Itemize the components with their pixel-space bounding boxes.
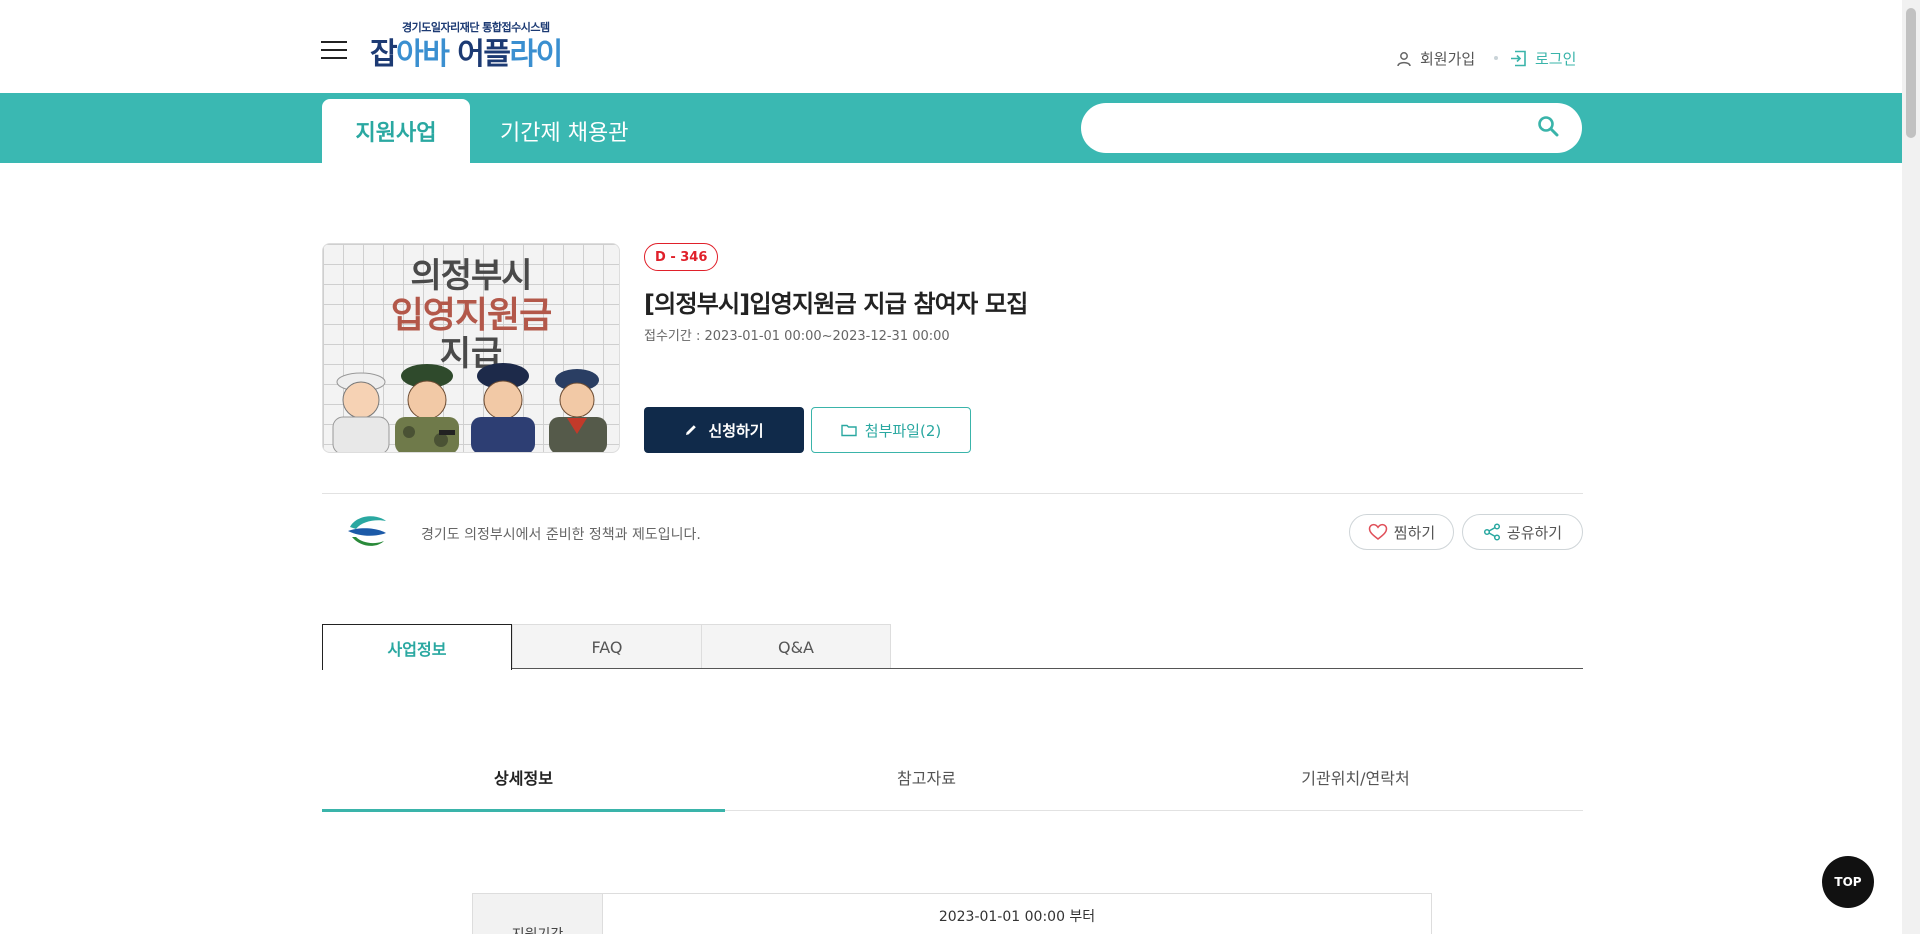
dday-badge: D - 346 xyxy=(644,243,719,271)
subtab-active-indicator xyxy=(322,809,725,812)
menu-icon[interactable] xyxy=(321,41,347,61)
logo-part-3: 어플 xyxy=(457,37,511,72)
wishlist-button[interactable]: 찜하기 xyxy=(1349,514,1454,550)
search-box xyxy=(1081,103,1582,153)
period-value: 2023-01-01 00:00~2023-12-31 00:00 xyxy=(704,329,950,344)
search-icon[interactable] xyxy=(1536,114,1560,138)
program-poster: 의정부시 입영지원금 지급 xyxy=(322,243,620,453)
signup-label: 회원가입 xyxy=(1420,50,1476,68)
program-title: [의정부시]입영지원금 지급 참여자 모집 xyxy=(644,290,1028,318)
folder-icon xyxy=(841,424,857,437)
share-icon xyxy=(1483,523,1500,541)
search-input[interactable] xyxy=(1081,103,1501,153)
scrollbar-thumb[interactable] xyxy=(1906,8,1916,138)
share-label: 공유하기 xyxy=(1506,523,1563,542)
tab-business-info[interactable]: 사업정보 xyxy=(322,624,512,670)
detail-table: 지원기간 2023-01-01 00:00 부터 xyxy=(472,893,1432,934)
share-button[interactable]: 공유하기 xyxy=(1462,514,1583,550)
table-value-support-period: 2023-01-01 00:00 부터 xyxy=(938,909,1096,925)
login-link[interactable]: 로그인 xyxy=(1510,48,1576,69)
logo-subtitle: 경기도일자리재단 통합접수시스템 xyxy=(402,21,550,34)
scroll-top-button[interactable]: TOP xyxy=(1822,856,1874,908)
apply-button[interactable]: 신청하기 xyxy=(644,407,804,453)
subtab-details[interactable]: 상세정보 xyxy=(322,765,725,795)
organization-description: 경기도 의정부시에서 준비한 정책과 제도입니다. xyxy=(421,527,701,543)
logo-part-2: 아바 xyxy=(396,37,458,72)
pencil-icon xyxy=(686,425,697,435)
section-divider xyxy=(322,493,1583,494)
signup-link[interactable]: 회원가입 xyxy=(1396,48,1475,69)
site-logo[interactable]: 잡아바 어플라이 xyxy=(370,36,563,74)
tab-qna[interactable]: Q&A xyxy=(701,624,891,669)
attachments-button[interactable]: 첨부파일(2) xyxy=(811,407,971,453)
tab-temporary-jobs[interactable]: 기간제 채용관 xyxy=(500,99,628,163)
logo-part-4: 라이 xyxy=(509,37,563,72)
table-header-support-period: 지원기간 xyxy=(473,894,603,934)
tab-faq[interactable]: FAQ xyxy=(512,624,702,669)
heart-icon xyxy=(1368,523,1388,540)
nav-band xyxy=(0,93,1902,163)
apply-label: 신청하기 xyxy=(708,421,764,440)
user-icon xyxy=(1397,51,1411,66)
tabs-underline xyxy=(512,668,1583,669)
login-label: 로그인 xyxy=(1535,50,1577,68)
soldiers-illustration xyxy=(332,363,607,452)
separator-dot xyxy=(1494,56,1498,60)
subtab-references[interactable]: 참고자료 xyxy=(725,765,1128,795)
tab-support-programs[interactable]: 지원사업 xyxy=(322,99,470,163)
uijeongbu-city-logo xyxy=(348,516,386,546)
page-scrollbar[interactable] xyxy=(1902,0,1920,934)
attachments-label: 첨부파일(2) xyxy=(864,421,942,440)
login-icon xyxy=(1511,50,1526,67)
period-label: 접수기간 : xyxy=(644,329,701,344)
wishlist-label: 찜하기 xyxy=(1393,523,1436,542)
logo-part-1: 잡 xyxy=(370,37,398,72)
subtab-location-contact[interactable]: 기관위치/연락처 xyxy=(1128,765,1583,795)
application-period: 접수기간 : 2023-01-01 00:00~2023-12-31 00:00 xyxy=(644,325,950,344)
